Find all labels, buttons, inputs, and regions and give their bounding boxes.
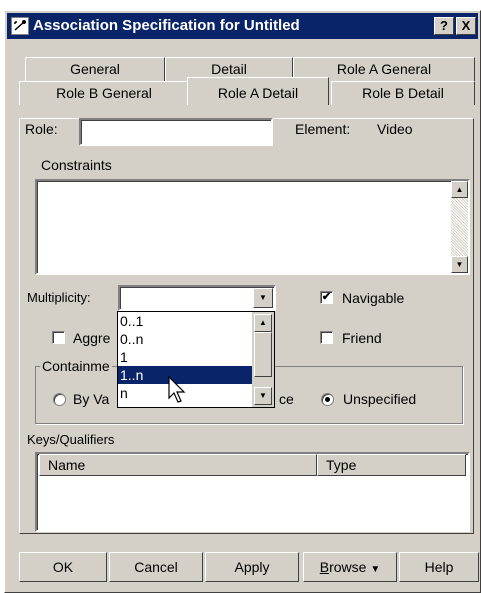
dropdown-arrow-icon[interactable]: ▼ (253, 288, 273, 308)
multiplicity-label: Multiplicity: (27, 290, 91, 305)
cancel-button[interactable]: Cancel (109, 552, 203, 582)
unspecified-label: Unspecified (343, 391, 417, 407)
window-title: Association Specification for Untitled (33, 17, 300, 34)
list-item[interactable]: 1 (118, 348, 252, 366)
aggregate-label: Aggre (73, 330, 111, 346)
constraints-label: Constraints (41, 157, 112, 173)
column-header-type[interactable]: Type (317, 454, 466, 476)
scroll-down-icon[interactable]: ▼ (254, 387, 272, 405)
scrollbar-thumb[interactable] (254, 332, 272, 377)
unspecified-radio[interactable] (321, 393, 334, 406)
keys-qualifiers-label: Keys/Qualifiers (27, 432, 115, 447)
list-item[interactable]: 0..n (118, 330, 252, 348)
constraints-textarea[interactable]: ▲ ▼ (35, 179, 470, 275)
role-label: Role: (25, 121, 58, 137)
column-header-name[interactable]: Name (39, 454, 317, 476)
association-icon (11, 17, 29, 35)
tab-role-a-detail[interactable]: Role A Detail (187, 77, 329, 105)
help-button[interactable]: Help (399, 552, 479, 582)
browse-label: rowse (329, 559, 367, 575)
element-value: Video (377, 121, 413, 137)
friend-label: Friend (342, 330, 382, 346)
aggregate-checkbox[interactable] (52, 331, 65, 344)
scroll-up-icon[interactable]: ▲ (254, 314, 272, 332)
tab-role-b-general[interactable]: Role B General (19, 81, 189, 105)
dropdown-scrollbar[interactable]: ▲ ▼ (252, 312, 274, 407)
browse-button[interactable]: Browse ▼ (303, 552, 397, 582)
friend-checkbox[interactable] (320, 331, 333, 344)
close-button[interactable]: X (456, 17, 476, 35)
navigable-label: Navigable (342, 290, 405, 306)
containment-label: Containme (40, 358, 112, 374)
chevron-down-icon: ▼ (370, 564, 381, 575)
list-item[interactable]: 0..1 (118, 312, 252, 330)
title-bar: Association Specification for Untitled ?… (7, 13, 478, 39)
navigable-checkbox[interactable]: ✔ (320, 291, 333, 304)
mouse-cursor-icon (168, 376, 186, 403)
dialog-window: Association Specification for Untitled ?… (4, 10, 481, 593)
browse-mnemonic: B (319, 559, 330, 575)
by-value-label: By Va (73, 391, 110, 407)
element-label: Element: (295, 121, 351, 137)
apply-button[interactable]: Apply (205, 552, 299, 582)
tab-general[interactable]: General (25, 57, 165, 81)
multiplicity-dropdown-list[interactable]: 0..1 0..n 1 1..n n ▲ ▼ (117, 311, 275, 408)
multiplicity-combobox[interactable]: ▼ (118, 285, 276, 311)
role-input[interactable] (79, 118, 273, 146)
scroll-up-icon[interactable]: ▲ (451, 181, 468, 198)
ok-button[interactable]: OK (19, 552, 107, 582)
by-reference-label: ce (279, 391, 294, 407)
scroll-down-icon[interactable]: ▼ (451, 256, 468, 273)
help-title-button[interactable]: ? (434, 17, 454, 35)
keys-qualifiers-table[interactable]: Name Type (35, 452, 470, 532)
tab-role-b-detail[interactable]: Role B Detail (331, 81, 475, 105)
by-value-radio[interactable] (53, 393, 66, 406)
